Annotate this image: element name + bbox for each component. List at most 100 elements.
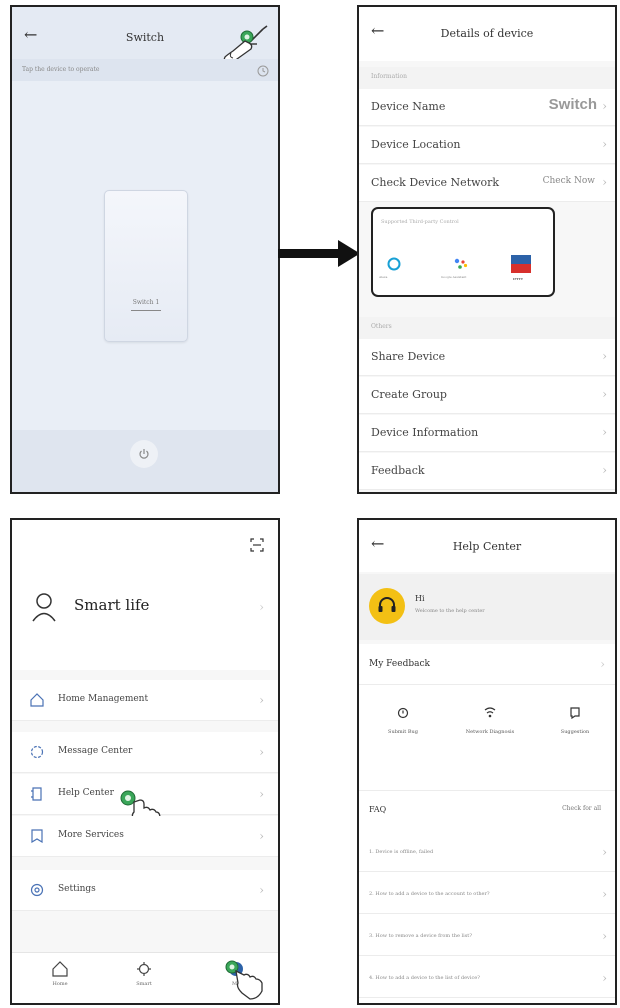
row-label: Create Group: [371, 388, 447, 401]
alexa-label: Alexa: [379, 275, 388, 279]
user-avatar-icon: [32, 593, 56, 622]
ifttt-label: IFTTT: [513, 277, 524, 281]
faq-item[interactable]: 3. How to remove a device from the list?…: [359, 919, 615, 956]
device-location-row[interactable]: Device Location ›: [359, 127, 615, 164]
bug-icon: [397, 707, 409, 719]
row-label: Device Location: [371, 138, 461, 151]
ifttt-item[interactable]: IFTTT: [509, 255, 537, 285]
nav-label: Home: [52, 981, 68, 987]
headset-avatar: [369, 588, 405, 624]
row-label: Share Device: [371, 350, 446, 363]
chevron-right-icon: ›: [259, 600, 264, 614]
device-name-row[interactable]: Device Name Switch ›: [359, 89, 615, 126]
subtitle-text: Tap the device to operate: [22, 66, 100, 73]
chevron-right-icon: ›: [600, 657, 605, 671]
section-others: Others: [359, 317, 615, 339]
profile-section: Smart life ›: [12, 520, 278, 670]
help-header: ← Help Center: [359, 520, 615, 572]
chevron-right-icon: ›: [602, 887, 607, 901]
agent-name: Hi: [415, 594, 425, 603]
feedback-card: My Feedback › Submit Bug Network Diagnos…: [359, 644, 615, 814]
help-center-screen: ← Help Center Hi Welcome to the help cen…: [357, 518, 617, 1005]
tap-hand-icon: [225, 960, 263, 1000]
help-center-icon: [31, 787, 42, 801]
more-services-row[interactable]: More Services ›: [12, 816, 278, 857]
row-value: Check Now: [542, 176, 595, 186]
faq-section: FAQ Check for all 1. Device is offline, …: [359, 790, 615, 1003]
home-icon: [52, 961, 68, 977]
row-label: My Feedback: [369, 659, 430, 669]
share-device-row[interactable]: Share Device ›: [359, 339, 615, 376]
faq-item[interactable]: 1. Device is offline, failed ›: [359, 835, 615, 872]
network-icon: [484, 707, 496, 718]
settings-row[interactable]: Settings ›: [12, 870, 278, 911]
nav-home[interactable]: Home: [40, 961, 80, 1001]
chevron-right-icon: ›: [602, 349, 607, 363]
device-information-row[interactable]: Device Information ›: [359, 415, 615, 452]
faq-question: 4. How to add a device to the list of de…: [369, 975, 480, 981]
chevron-right-icon: ›: [259, 829, 264, 843]
home-management-row[interactable]: Home Management ›: [12, 680, 278, 721]
action-label: Network Diagnosis: [465, 729, 515, 735]
agent-section[interactable]: Hi Welcome to the help center: [359, 574, 615, 640]
faq-more-link[interactable]: Check for all: [562, 805, 601, 812]
alexa-item[interactable]: Alexa: [379, 257, 409, 285]
submit-bug-action[interactable]: Submit Bug: [373, 704, 433, 735]
row-label: Feedback: [371, 464, 425, 477]
nav-smart[interactable]: Smart: [124, 961, 164, 1001]
power-button[interactable]: [130, 440, 158, 468]
create-group-row[interactable]: Create Group ›: [359, 377, 615, 414]
faq-header-row[interactable]: FAQ Check for all: [359, 791, 615, 827]
device-details-screen: ← Details of device Information Device N…: [357, 5, 617, 494]
timer-icon[interactable]: [256, 64, 270, 78]
section-label: Information: [371, 73, 408, 80]
switch-screen: ← Switch Tap the device to operate Switc…: [10, 5, 280, 494]
google-assistant-label: Google Assistant: [441, 275, 467, 279]
chevron-right-icon: ›: [602, 137, 607, 151]
ifttt-icon: [511, 255, 531, 273]
chevron-right-icon: ›: [602, 971, 607, 985]
feedback-row[interactable]: Feedback ›: [359, 453, 615, 490]
bottom-nav: Home Smart Me: [12, 952, 278, 1003]
power-icon: [139, 449, 149, 459]
row-label: Message Center: [58, 746, 133, 756]
row-label: Settings: [58, 884, 96, 894]
check-network-row[interactable]: Check Device Network Check Now ›: [359, 165, 615, 202]
faq-question: 3. How to remove a device from the list?: [369, 933, 472, 939]
page-title: Details of device: [440, 27, 534, 40]
chevron-right-icon: ›: [602, 387, 607, 401]
message-center-row[interactable]: Message Center ›: [12, 732, 278, 773]
profile-row[interactable]: Smart life ›: [12, 582, 278, 638]
chevron-right-icon: ›: [602, 99, 607, 113]
my-feedback-row[interactable]: My Feedback ›: [359, 644, 615, 685]
suggestion-action[interactable]: Suggestion: [545, 704, 605, 735]
chevron-right-icon: ›: [602, 845, 607, 859]
row-label: More Services: [58, 830, 124, 840]
third-party-control-box: Supported Third-party Control Alexa Goog…: [371, 207, 555, 297]
power-bar: [12, 430, 278, 492]
device-name-value: Switch: [548, 96, 597, 113]
chevron-right-icon: ›: [259, 883, 264, 897]
switch-card-label: Switch 1: [132, 299, 160, 306]
home-icon: [30, 693, 44, 707]
google-assistant-item[interactable]: Google Assistant: [441, 257, 481, 285]
headset-icon: [378, 597, 396, 612]
scan-icon[interactable]: [250, 538, 264, 552]
faq-title: FAQ: [369, 805, 387, 814]
profile-name: Smart life: [74, 596, 150, 614]
chevron-right-icon: ›: [602, 425, 607, 439]
page-title: Help Center: [452, 540, 522, 553]
chevron-right-icon: ›: [259, 745, 264, 759]
action-label: Suggestion: [560, 729, 590, 735]
faq-item[interactable]: 2. How to add a device to the account to…: [359, 877, 615, 914]
settings-icon: [30, 883, 44, 897]
row-label: Home Management: [58, 694, 149, 704]
faq-item[interactable]: 4. How to add a device to the list of de…: [359, 961, 615, 998]
network-diagnosis-action[interactable]: Network Diagnosis: [455, 704, 525, 735]
switch-card[interactable]: Switch 1: [104, 190, 188, 342]
chevron-right-icon: ›: [602, 929, 607, 943]
third-party-label: Supported Third-party Control: [381, 219, 459, 225]
details-header: ← Details of device: [359, 7, 615, 61]
nav-label: Smart: [136, 981, 152, 987]
google-assistant-icon: [454, 258, 468, 269]
